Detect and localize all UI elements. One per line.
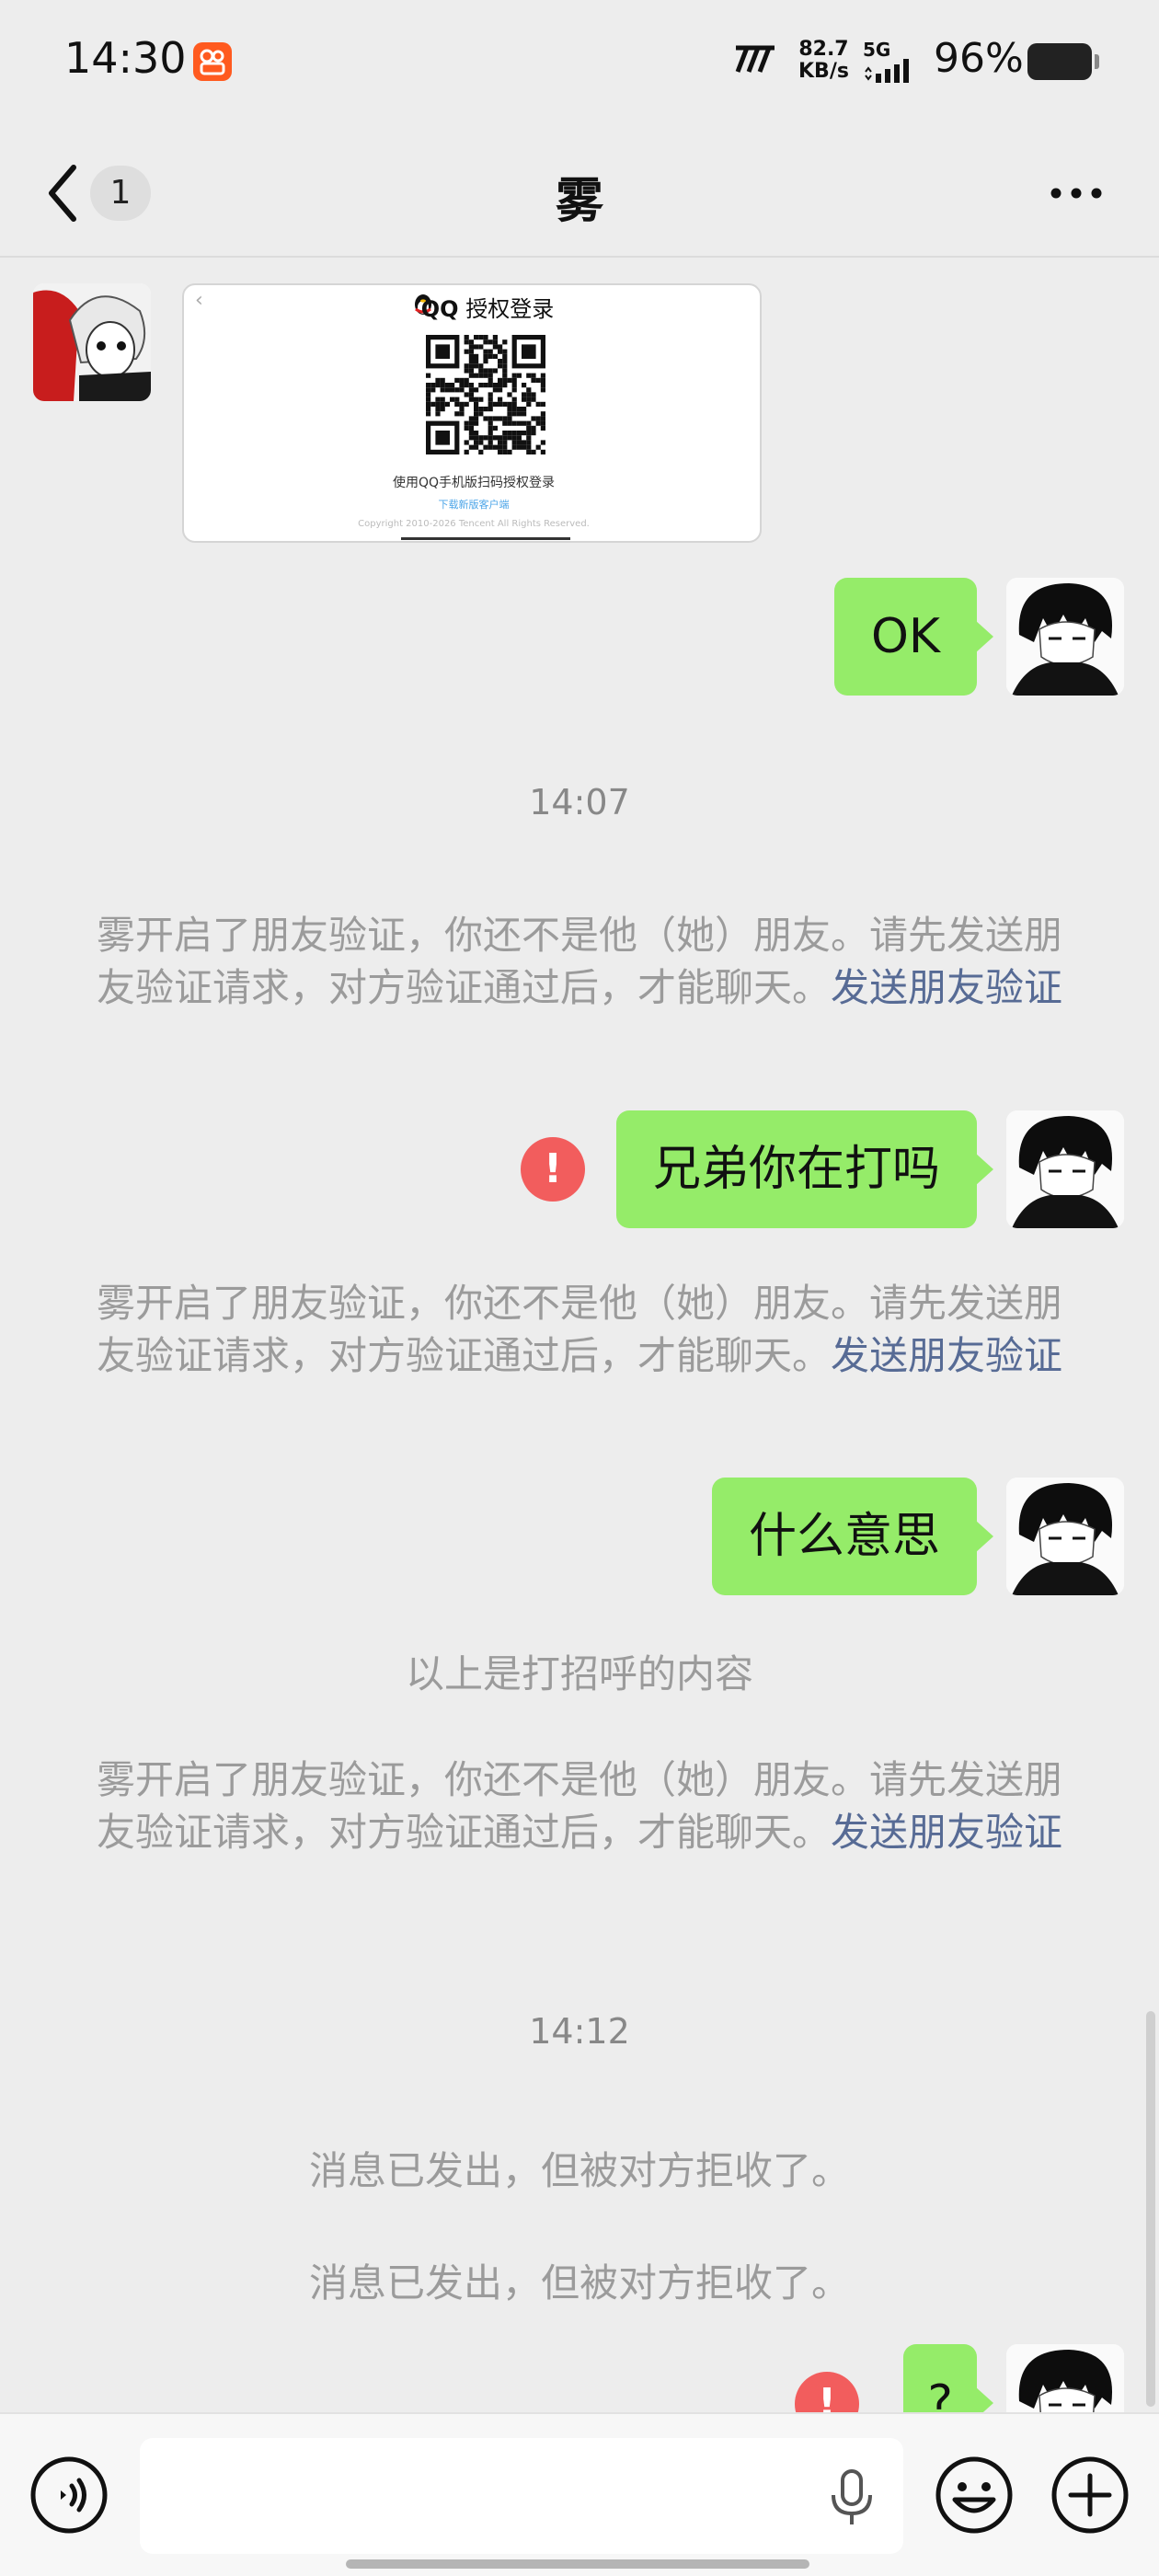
signal-icon <box>865 59 909 83</box>
home-indicator[interactable] <box>346 2559 809 2569</box>
rejected-notice: 消息已发出，但被对方拒收了。 <box>308 2260 850 2306</box>
my-avatar[interactable] <box>1006 1478 1124 1595</box>
chat-header: 1 雾 <box>0 129 1159 258</box>
chat-title: 雾 <box>555 174 603 229</box>
timestamp: 14:07 <box>529 782 630 822</box>
battery-icon <box>1027 43 1099 80</box>
voice-icon[interactable] <box>29 2455 109 2535</box>
mic-icon[interactable] <box>826 2467 878 2528</box>
status-bar: 14:30 82.7 KB/s 5G 96% <box>0 0 1159 129</box>
more-icon[interactable] <box>1049 186 1104 201</box>
timestamp: 14:12 <box>529 2011 630 2052</box>
message-input[interactable] <box>140 2438 903 2554</box>
send-friend-verification-link[interactable]: 发送朋友验证 <box>831 1333 1062 1378</box>
network-speed: 82.7 KB/s <box>798 38 849 83</box>
qr-divider <box>401 537 570 540</box>
system-notice: 雾开启了朋友验证，你还不是他（她）朋友。请先发送朋友验证请求，对方验证通过后，才… <box>96 1757 1063 1855</box>
plus-icon[interactable] <box>1050 2455 1130 2535</box>
app-notification-icon <box>193 42 232 81</box>
qr-caption: 使用QQ手机版扫码授权登录 <box>392 476 556 490</box>
rejected-notice: 消息已发出，但被对方拒收了。 <box>308 2148 850 2193</box>
greeting-note: 以上是打招呼的内容 <box>405 1651 753 1696</box>
qr-code-image <box>426 335 545 454</box>
error-icon[interactable]: ! <box>521 1137 585 1202</box>
qr-title: QQ 授权登录 <box>420 296 555 322</box>
emoji-icon[interactable] <box>935 2455 1014 2535</box>
message-bubble[interactable]: 兄弟你在打吗 <box>615 1110 994 1228</box>
input-bar <box>0 2412 1159 2576</box>
system-notice: 雾开启了朋友验证，你还不是他（她）朋友。请先发送朋友验证请求，对方验证通过后，才… <box>96 1281 1063 1378</box>
contact-avatar[interactable] <box>33 283 151 401</box>
status-time: 14:30 <box>64 33 187 83</box>
qr-copyright: Copyright 2010-2026 Tencent All Rights R… <box>358 519 590 529</box>
qr-login-card[interactable]: ‹ QQ 授权登录 使用QQ手机版扫码授权登录 下载新版客户端 Copyrigh… <box>182 283 762 543</box>
message-bubble[interactable]: 什么意思 <box>711 1478 994 1595</box>
qr-download-link[interactable]: 下载新版客户端 <box>184 497 760 512</box>
network-brand-icon <box>735 45 775 73</box>
send-friend-verification-link[interactable]: 发送朋友验证 <box>831 1810 1062 1855</box>
my-avatar[interactable] <box>1006 578 1124 696</box>
battery-percent: 96% <box>934 35 1024 82</box>
my-avatar[interactable] <box>1006 1110 1124 1228</box>
chat-scrollbar[interactable] <box>1146 2011 1155 2407</box>
message-bubble[interactable]: OK <box>833 578 994 696</box>
system-notice: 雾开启了朋友验证，你还不是他（她）朋友。请先发送朋友验证请求，对方验证通过后，才… <box>96 913 1063 1010</box>
network-type: 5G <box>863 39 891 61</box>
send-friend-verification-link[interactable]: 发送朋友验证 <box>831 965 1062 1010</box>
